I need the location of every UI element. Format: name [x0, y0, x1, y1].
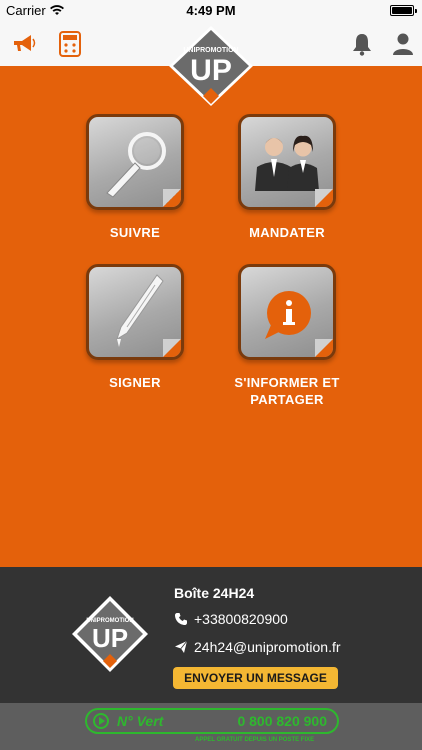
megaphone-icon[interactable] [10, 30, 38, 58]
footer-title: Boîte 24H24 [174, 585, 255, 601]
tile-suivre[interactable] [86, 114, 186, 214]
phone-row[interactable]: +33800820900 [174, 611, 288, 627]
phone-icon [175, 613, 187, 625]
tile-mandater[interactable] [238, 114, 338, 214]
bell-icon[interactable] [348, 30, 376, 58]
toll-free-number[interactable]: 0 800 820 900 [237, 713, 327, 729]
logo-text: UP [190, 54, 232, 87]
toll-free-label: N° Vert [117, 713, 164, 729]
footer-logo-text: UP [92, 623, 128, 653]
status-time: 4:49 PM [186, 3, 236, 18]
email-address[interactable]: 24h24@unipromotion.fr [194, 639, 341, 655]
calculator-icon[interactable] [56, 30, 84, 58]
email-row[interactable]: 24h24@unipromotion.fr [174, 639, 341, 655]
tile-label-mandater: MANDATER [249, 225, 325, 240]
footer-contact: UNIPROMOTION UP Boîte 24H24 +33800820900… [0, 567, 422, 703]
tile-label-suivre: SUIVRE [109, 225, 161, 240]
toll-free-subtext: APPEL GRATUIT DEPUIS UN POSTE FIXE [195, 737, 315, 743]
send-message-button[interactable]: ENVOYER UN MESSAGE [173, 667, 338, 689]
phone-number[interactable]: +33800820900 [194, 611, 288, 627]
tile-label-signer: SIGNER [109, 375, 161, 390]
tile-informer-partager[interactable] [238, 264, 338, 364]
main-menu: SUIVRE MANDATER SIGNER S'INFORMER ET PAR… [0, 66, 422, 567]
status-bar: Carrier 4:49 PM [0, 0, 422, 22]
toll-free-pill[interactable]: N° Vert 0 800 820 900 [85, 708, 339, 734]
footer-logo: UNIPROMOTION UP [70, 594, 150, 674]
tile-signer[interactable] [86, 264, 186, 364]
play-icon [93, 713, 109, 729]
user-icon[interactable] [389, 30, 417, 58]
tile-label-informer-partager: S'INFORMER ET PARTAGER [234, 375, 340, 407]
send-icon [175, 640, 188, 653]
logo-top-text: UNIPROMOTION [183, 47, 238, 54]
battery-icon [390, 5, 417, 16]
toll-free-banner[interactable]: N° Vert 0 800 820 900 APPEL GRATUIT DEPU… [0, 703, 422, 750]
unipromotion-logo[interactable]: UNIPROMOTION UP [165, 22, 257, 108]
